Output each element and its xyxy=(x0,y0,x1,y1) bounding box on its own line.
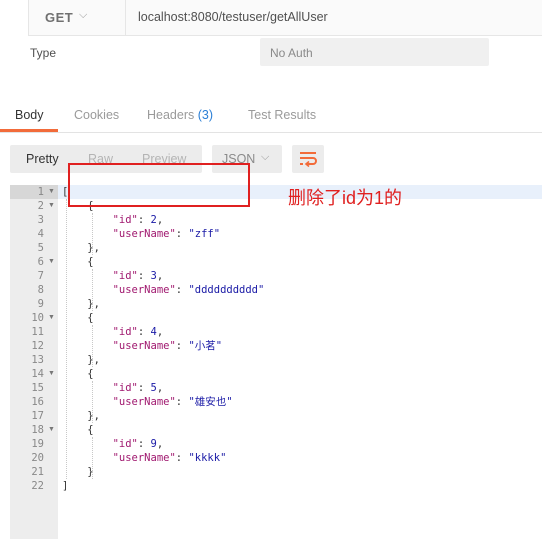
line-number: 12 xyxy=(31,340,44,352)
line-number: 3 xyxy=(37,214,44,226)
json-key: "userName" xyxy=(112,284,176,296)
url-input[interactable]: localhost:8080/testuser/getAllUser xyxy=(125,0,542,36)
annotation-text: 删除了id为1的 xyxy=(288,188,403,208)
line-number: 11 xyxy=(31,326,44,338)
tab-cookies[interactable]: Cookies xyxy=(74,108,119,122)
line-number: 1 xyxy=(37,186,44,198)
auth-type-select[interactable]: No Auth xyxy=(260,38,489,66)
line-number: 15 xyxy=(31,382,44,394)
fold-toggle-icon[interactable]: ▼ xyxy=(48,311,55,325)
json-number-value: 4 xyxy=(150,326,157,338)
line-number: 21 xyxy=(31,466,44,478)
annotation-box xyxy=(68,163,250,207)
indent-guide xyxy=(92,381,93,423)
json-key: "userName" xyxy=(112,228,176,240)
json-string-value: kkkk xyxy=(194,452,221,464)
json-number-value: 5 xyxy=(150,382,157,394)
json-string-value: zff xyxy=(194,228,214,240)
json-key: "id" xyxy=(112,326,138,338)
code-line: }, xyxy=(62,410,100,422)
json-key: "id" xyxy=(112,382,138,394)
line-number: 18 xyxy=(31,424,44,436)
line-number: 9 xyxy=(37,298,44,310)
json-key: "id" xyxy=(112,270,138,282)
line-number: 20 xyxy=(31,452,44,464)
code-line: "id": 3, xyxy=(112,270,164,282)
auth-type-label: Type xyxy=(30,46,57,60)
json-string-value: 雄安也 xyxy=(194,396,227,408)
json-string-value: dddddddddd xyxy=(194,284,258,296)
line-number: 10 xyxy=(31,312,44,324)
line-number: 4 xyxy=(37,228,44,240)
line-number: 17 xyxy=(31,410,44,422)
line-number: 13 xyxy=(31,354,44,366)
json-key: "id" xyxy=(112,214,138,226)
json-number-value: 9 xyxy=(150,438,157,450)
json-number-value: 2 xyxy=(150,214,157,226)
json-string-value: 小茗 xyxy=(194,340,216,352)
response-tabs: Body Cookies Headers (3) Test Results xyxy=(0,100,542,133)
indent-guide xyxy=(66,199,67,479)
code-line: "id": 2, xyxy=(112,214,164,226)
request-bar: GET ⌵ localhost:8080/testuser/getAllUser xyxy=(0,0,542,36)
code-line: "id": 4, xyxy=(112,326,164,338)
json-key: "id" xyxy=(112,438,138,450)
tab-body[interactable]: Body xyxy=(15,108,44,122)
auth-type-value: No Auth xyxy=(270,46,313,60)
json-number-value: 3 xyxy=(150,270,157,282)
active-tab-indicator xyxy=(0,129,58,132)
wrap-lines-icon xyxy=(300,152,317,168)
code-line: "userName": "zff" xyxy=(112,228,221,240)
json-key: "userName" xyxy=(112,340,176,352)
line-number: 2 xyxy=(37,200,44,212)
headers-count-badge: (3) xyxy=(197,108,214,122)
wrap-lines-button[interactable] xyxy=(292,145,324,173)
code-line: }, xyxy=(62,354,100,366)
code-line: }, xyxy=(62,298,100,310)
fold-toggle-icon[interactable]: ▼ xyxy=(48,199,55,213)
method-select[interactable]: GET ⌵ xyxy=(28,0,126,36)
url-text: localhost:8080/testuser/getAllUser xyxy=(138,10,328,24)
json-key: "userName" xyxy=(112,452,176,464)
fold-toggle-icon[interactable]: ▼ xyxy=(48,185,55,199)
line-number: 5 xyxy=(37,242,44,254)
method-label: GET xyxy=(45,10,74,25)
indent-guide xyxy=(92,213,93,255)
fold-toggle-icon[interactable]: ▼ xyxy=(48,255,55,269)
line-number: 7 xyxy=(37,270,44,282)
line-number: 22 xyxy=(31,480,44,492)
indent-guide xyxy=(92,437,93,479)
line-number: 14 xyxy=(31,368,44,380)
line-number: 6 xyxy=(37,256,44,268)
indent-guide xyxy=(92,325,93,367)
line-number: 19 xyxy=(31,438,44,450)
fold-toggle-icon[interactable]: ▼ xyxy=(48,423,55,437)
json-key: "userName" xyxy=(112,396,176,408)
code-line: "userName": "雄安也" xyxy=(112,396,233,408)
pretty-button[interactable]: Pretty xyxy=(26,152,59,166)
fold-toggle-icon[interactable]: ▼ xyxy=(48,367,55,381)
code-line: }, xyxy=(62,242,100,254)
code-line: "id": 9, xyxy=(112,438,164,450)
code-line: "userName": "小茗" xyxy=(112,340,223,352)
tab-test-results[interactable]: Test Results xyxy=(248,108,316,122)
chevron-down-icon: ⌵ xyxy=(79,9,88,21)
line-number: 8 xyxy=(37,284,44,296)
code-line: "id": 5, xyxy=(112,382,164,394)
code-line: "userName": "kkkk" xyxy=(112,452,227,464)
tab-headers[interactable]: Headers (3) xyxy=(147,108,213,122)
code-line: ] xyxy=(62,480,69,492)
line-number: 16 xyxy=(31,396,44,408)
indent-guide xyxy=(92,269,93,311)
chevron-down-icon: ⌵ xyxy=(261,151,270,163)
tab-headers-label: Headers xyxy=(147,108,195,122)
